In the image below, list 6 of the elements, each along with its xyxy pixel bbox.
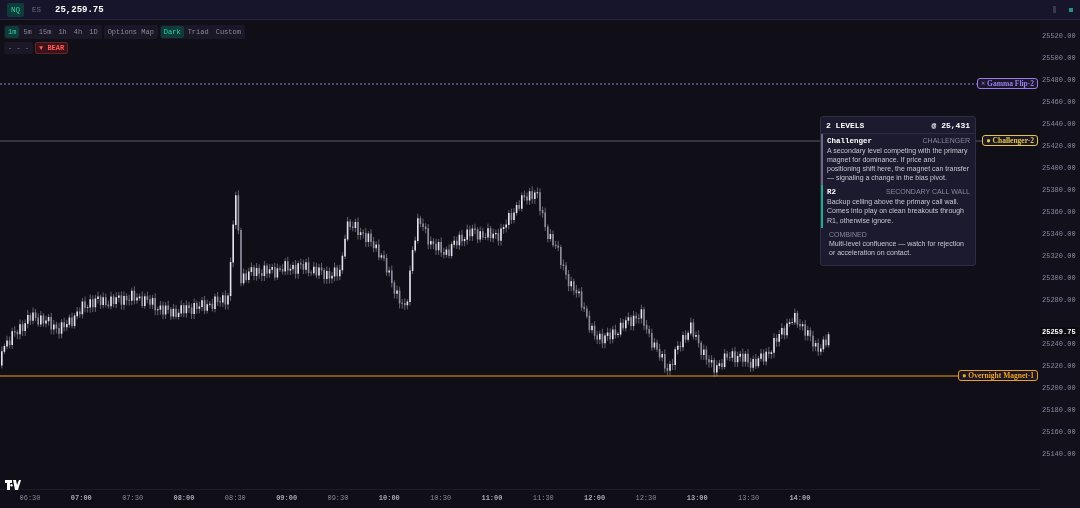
status-icon [1069,7,1073,12]
last-price: 25,259.75 [55,4,104,15]
tooltip-price: @ 25,431 [931,121,970,130]
menu-icon[interactable] [1053,6,1056,13]
tooltip-title: 2 LEVELS [826,121,865,130]
logo-icon [5,480,21,490]
